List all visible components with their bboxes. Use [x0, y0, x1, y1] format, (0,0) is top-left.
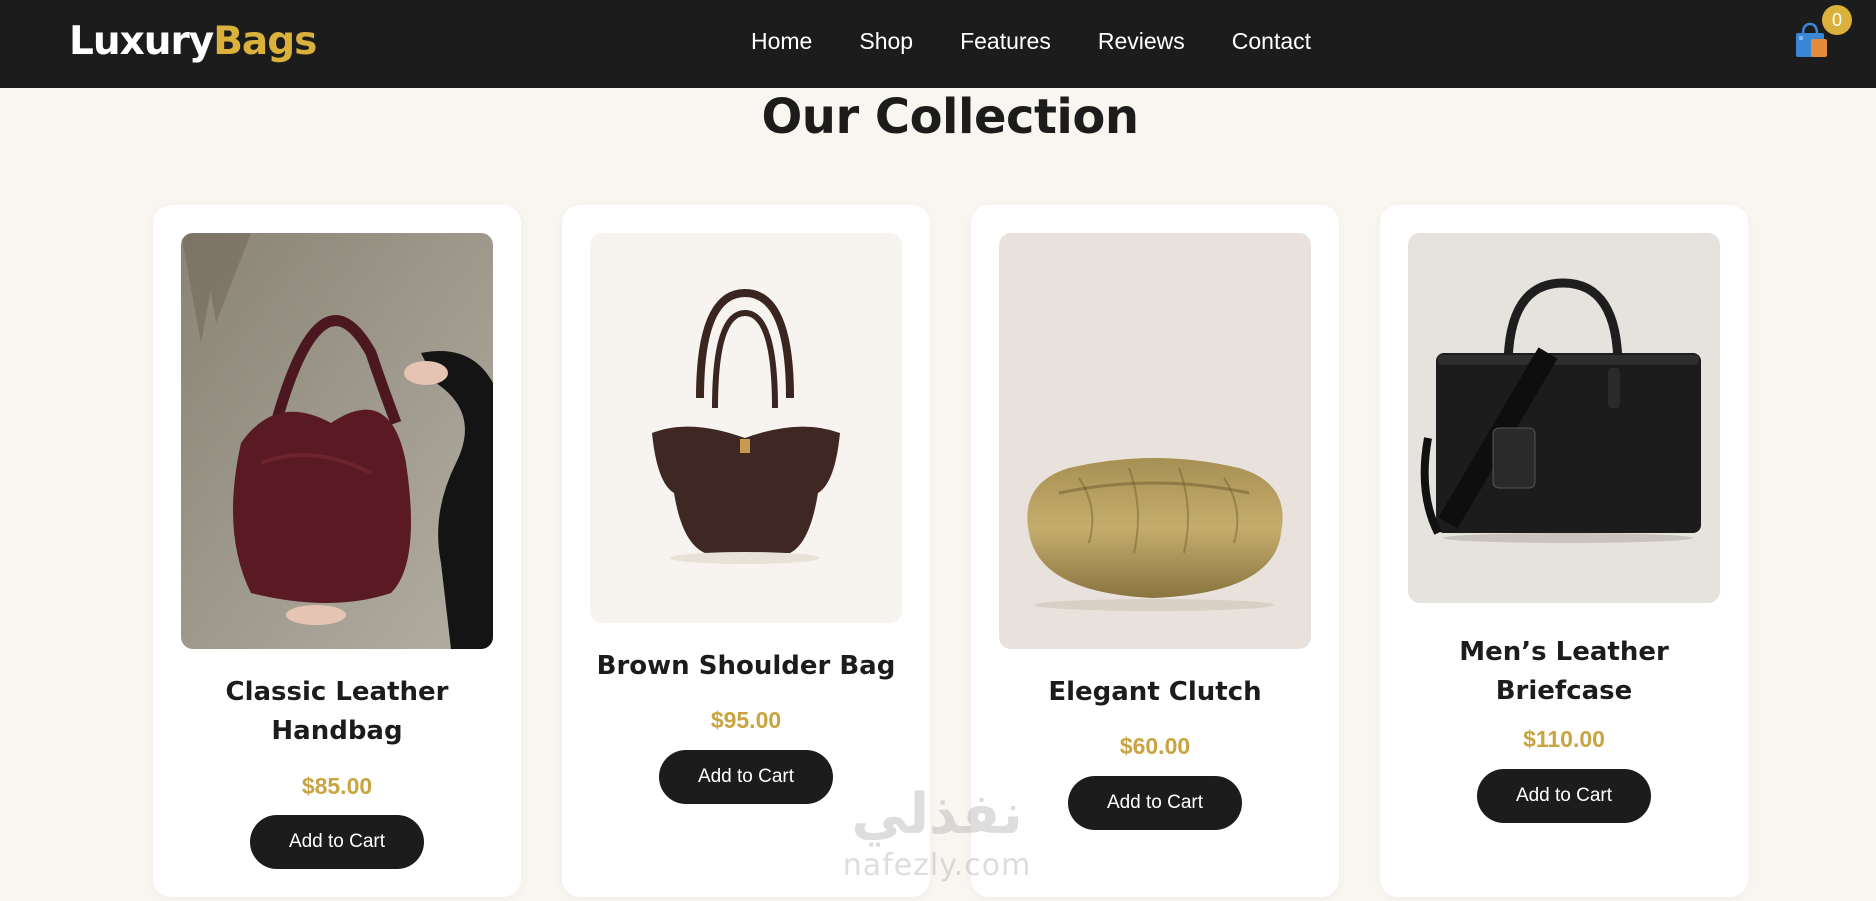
- navbar: LuxuryBags Home Shop Features Reviews Co…: [0, 0, 1876, 88]
- section-title: Our Collection: [761, 89, 1139, 145]
- nav-reviews[interactable]: Reviews: [1098, 24, 1185, 58]
- product-name: Classic Leather Handbag: [225, 677, 449, 746]
- nav-contact[interactable]: Contact: [1232, 24, 1311, 58]
- product-image-classic-leather-handbag[interactable]: [181, 233, 493, 649]
- logo[interactable]: LuxuryBags: [69, 18, 317, 66]
- product-price: $95.00: [710, 707, 782, 733]
- add-to-cart-button[interactable]: Add to Cart: [659, 750, 833, 804]
- add-to-cart-button[interactable]: Add to Cart: [250, 815, 424, 869]
- nav-shop[interactable]: Shop: [859, 24, 913, 58]
- product-name: Men’s Leather Briefcase: [1459, 637, 1669, 706]
- nav-features[interactable]: Features: [960, 24, 1051, 58]
- product-price: $85.00: [301, 773, 373, 799]
- product-image-mens-leather-briefcase[interactable]: [1408, 233, 1720, 603]
- product-price: $110.00: [1523, 726, 1605, 752]
- product-price: $60.00: [1119, 733, 1191, 759]
- product-name: Elegant Clutch: [1048, 677, 1262, 707]
- product-image-elegant-clutch[interactable]: [999, 233, 1311, 649]
- product-card: Men’s Leather Briefcase $110.00 Add to C…: [1380, 205, 1748, 897]
- product-card: Brown Shoulder Bag $95.00 Add to Cart: [562, 205, 930, 897]
- add-to-cart-button[interactable]: Add to Cart: [1477, 769, 1651, 823]
- nav-home[interactable]: Home: [751, 24, 812, 58]
- main-nav: Home Shop Features Reviews Contact: [751, 24, 1311, 58]
- product-card: Elegant Clutch $60.00 Add to Cart: [971, 205, 1339, 897]
- add-to-cart-button[interactable]: Add to Cart: [1068, 776, 1242, 830]
- logo-text-luxury: Luxury: [69, 19, 214, 64]
- logo-text-bags: Bags: [213, 19, 317, 64]
- product-image-brown-shoulder-bag[interactable]: [590, 233, 902, 623]
- product-name: Brown Shoulder Bag: [596, 651, 896, 681]
- product-card: Classic Leather Handbag $85.00 Add to Ca…: [153, 205, 521, 897]
- cart-count-badge: 0: [1822, 5, 1852, 35]
